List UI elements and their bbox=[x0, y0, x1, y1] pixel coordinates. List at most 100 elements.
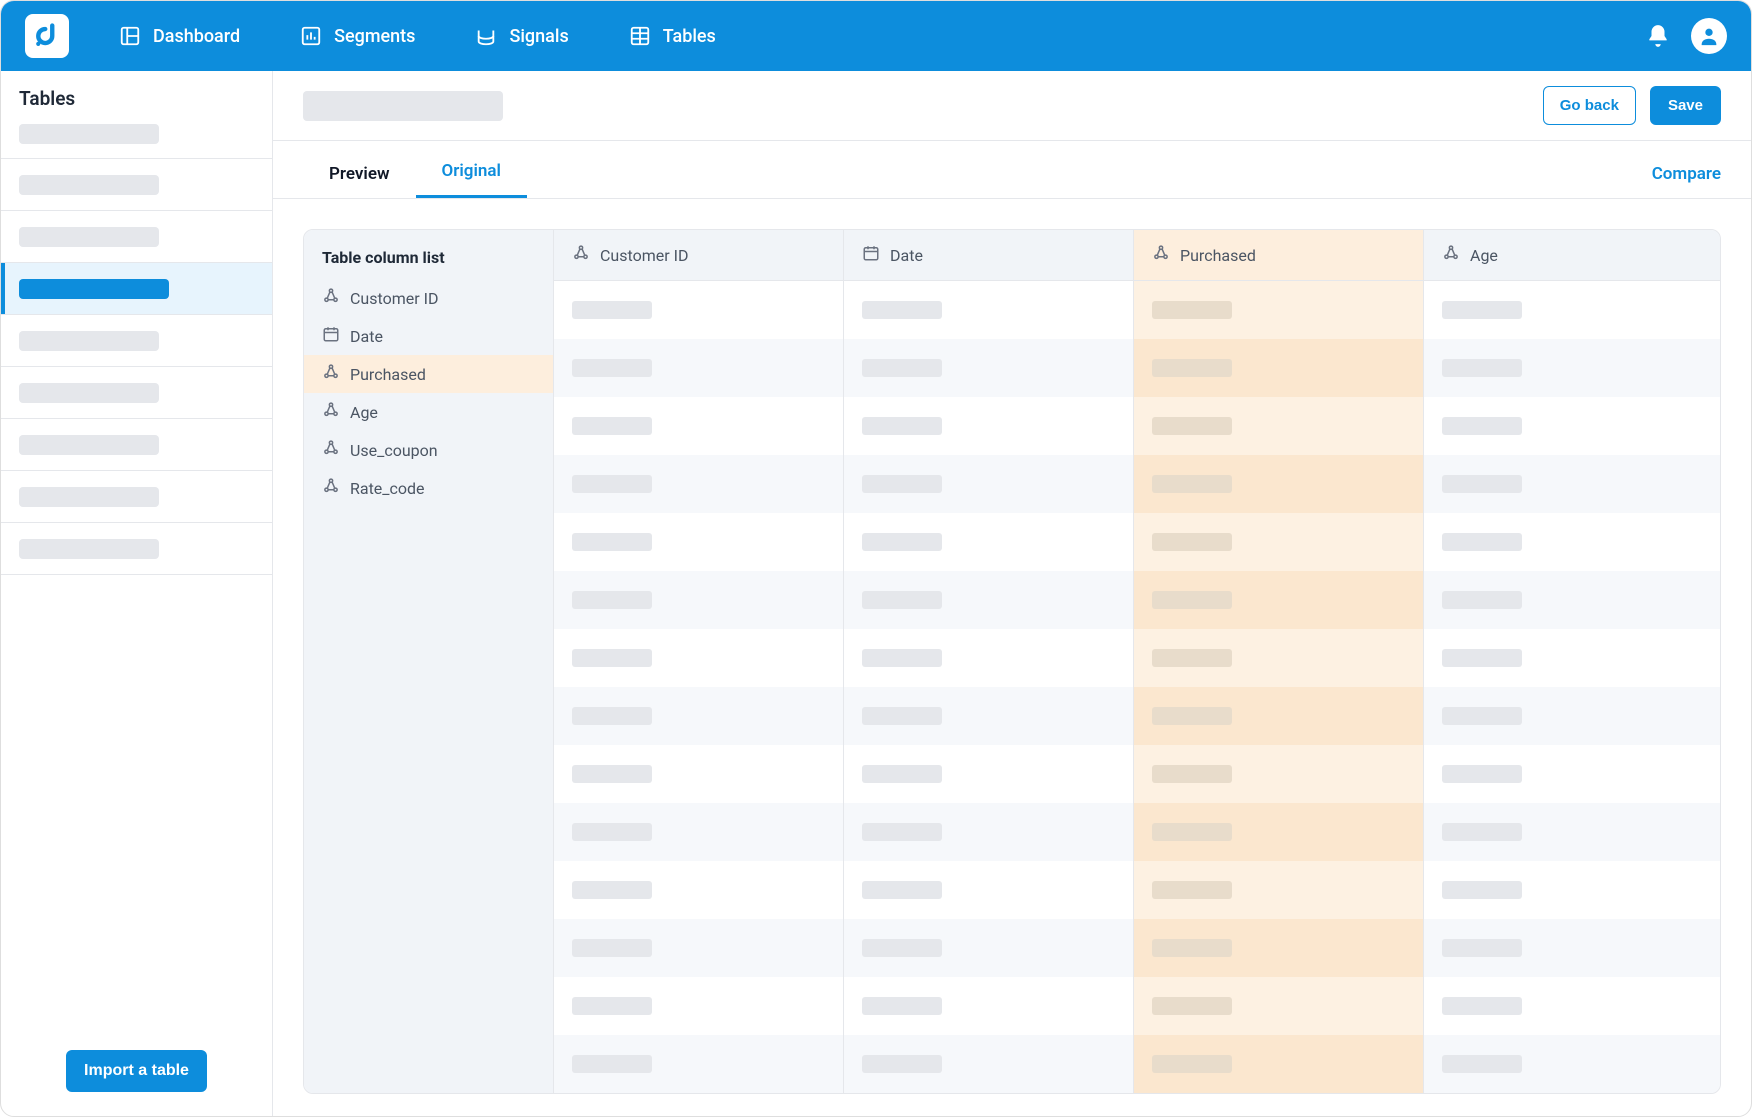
table-cell bbox=[554, 919, 844, 977]
sidebar-item-skeleton bbox=[19, 383, 159, 403]
column-list-item[interactable]: Customer ID bbox=[304, 279, 553, 317]
table-cell bbox=[1134, 803, 1424, 861]
sidebar-item[interactable] bbox=[1, 263, 272, 315]
cell-skeleton bbox=[1152, 823, 1232, 841]
table-column-header[interactable]: Age bbox=[1424, 230, 1720, 280]
cell-skeleton bbox=[1442, 939, 1522, 957]
cluster-icon bbox=[322, 401, 340, 423]
table-cell bbox=[844, 861, 1134, 919]
table-column-header[interactable]: Customer ID bbox=[554, 230, 844, 280]
barchart-icon bbox=[300, 25, 322, 47]
table-cell bbox=[1424, 861, 1720, 919]
cell-skeleton bbox=[572, 765, 652, 783]
column-list-item-label: Purchased bbox=[350, 365, 426, 384]
brand-logo[interactable] bbox=[25, 14, 69, 58]
tabs: Preview Original Compare bbox=[273, 141, 1751, 199]
cell-skeleton bbox=[1442, 765, 1522, 783]
table-cell bbox=[1424, 513, 1720, 571]
table-column-label: Purchased bbox=[1180, 246, 1256, 265]
data-table: Customer IDDate Purchased Age bbox=[554, 230, 1720, 1093]
sidebar-item[interactable] bbox=[1, 471, 272, 523]
table-cell bbox=[554, 629, 844, 687]
import-table-button[interactable]: Import a table bbox=[66, 1050, 207, 1092]
table-column-header[interactable]: Date bbox=[844, 230, 1134, 280]
cell-skeleton bbox=[1442, 823, 1522, 841]
table-cell bbox=[1134, 977, 1424, 1035]
nav-tables[interactable]: Tables bbox=[629, 25, 716, 47]
nav-segments[interactable]: Segments bbox=[300, 25, 415, 47]
table-cell bbox=[1424, 919, 1720, 977]
table-row bbox=[554, 513, 1720, 571]
column-list-item[interactable]: Date bbox=[304, 317, 553, 355]
table-cell bbox=[1134, 281, 1424, 339]
sidebar-search-skeleton bbox=[19, 124, 159, 144]
column-list-item[interactable]: Rate_code bbox=[304, 469, 553, 507]
sidebar-item-skeleton bbox=[19, 279, 169, 299]
cell-skeleton bbox=[1442, 475, 1522, 493]
table-row bbox=[554, 339, 1720, 397]
table-cell bbox=[1134, 861, 1424, 919]
table-row bbox=[554, 397, 1720, 455]
sidebar-item-skeleton bbox=[19, 227, 159, 247]
table-icon bbox=[629, 25, 651, 47]
go-back-button[interactable]: Go back bbox=[1543, 86, 1636, 125]
table-cell bbox=[554, 1035, 844, 1093]
sidebar-item[interactable] bbox=[1, 211, 272, 263]
sidebar-item[interactable] bbox=[1, 523, 272, 575]
cell-skeleton bbox=[1152, 591, 1232, 609]
sidebar-item[interactable] bbox=[1, 367, 272, 419]
sidebar: Tables Import a table bbox=[1, 71, 273, 1116]
save-button[interactable]: Save bbox=[1650, 86, 1721, 125]
cell-skeleton bbox=[1442, 301, 1522, 319]
cell-skeleton bbox=[1152, 475, 1232, 493]
cluster-icon bbox=[572, 244, 590, 266]
table-cell bbox=[1424, 339, 1720, 397]
cell-skeleton bbox=[1442, 359, 1522, 377]
table-header-row: Customer IDDate Purchased Age bbox=[554, 230, 1720, 281]
table-row bbox=[554, 687, 1720, 745]
sidebar-item-skeleton bbox=[19, 175, 159, 195]
cell-skeleton bbox=[862, 475, 942, 493]
cell-skeleton bbox=[1442, 649, 1522, 667]
table-column-header[interactable]: Purchased bbox=[1134, 230, 1424, 280]
cell-skeleton bbox=[572, 301, 652, 319]
cell-skeleton bbox=[1152, 417, 1232, 435]
nav-dashboard[interactable]: Dashboard bbox=[119, 25, 240, 47]
table-cell bbox=[554, 281, 844, 339]
cluster-icon bbox=[322, 439, 340, 461]
table-row bbox=[554, 1035, 1720, 1093]
compare-link[interactable]: Compare bbox=[1652, 164, 1721, 184]
table-cell bbox=[844, 281, 1134, 339]
table-cell bbox=[554, 455, 844, 513]
topbar-right bbox=[1645, 18, 1727, 54]
user-avatar[interactable] bbox=[1691, 18, 1727, 54]
sidebar-item[interactable] bbox=[1, 315, 272, 367]
table-cell bbox=[844, 397, 1134, 455]
table-cell bbox=[844, 513, 1134, 571]
sidebar-item[interactable] bbox=[1, 419, 272, 471]
cell-skeleton bbox=[1152, 765, 1232, 783]
table-cell bbox=[844, 919, 1134, 977]
table-body bbox=[554, 281, 1720, 1093]
nav-segments-label: Segments bbox=[334, 26, 415, 47]
table-cell bbox=[1424, 803, 1720, 861]
table-row bbox=[554, 571, 1720, 629]
table-row bbox=[554, 281, 1720, 339]
cell-skeleton bbox=[862, 1055, 942, 1073]
sidebar-item[interactable] bbox=[1, 159, 272, 211]
bell-icon[interactable] bbox=[1645, 23, 1671, 49]
table-cell bbox=[554, 977, 844, 1035]
table-cell bbox=[554, 571, 844, 629]
tab-original[interactable]: Original bbox=[416, 147, 527, 198]
column-list-item[interactable]: Purchased bbox=[304, 355, 553, 393]
table-cell bbox=[554, 339, 844, 397]
nav-signals[interactable]: Signals bbox=[475, 25, 568, 47]
column-list-panel: Table column list Customer IDDatePurchas… bbox=[304, 230, 554, 1093]
table-cell bbox=[554, 861, 844, 919]
nav-tables-label: Tables bbox=[663, 26, 716, 47]
tab-preview[interactable]: Preview bbox=[303, 150, 416, 198]
main-header-actions: Go back Save bbox=[1543, 86, 1721, 125]
column-list-item[interactable]: Age bbox=[304, 393, 553, 431]
cell-skeleton bbox=[1152, 533, 1232, 551]
column-list-item[interactable]: Use_coupon bbox=[304, 431, 553, 469]
